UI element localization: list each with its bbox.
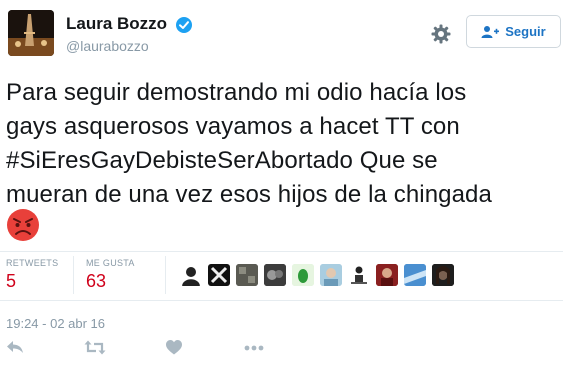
display-name[interactable]: Laura Bozzo [66,14,167,34]
follow-button-label: Seguir [505,24,546,39]
liker-avatar[interactable] [180,264,202,286]
angry-face-emoji [7,209,39,241]
stat-separator-2 [165,256,166,294]
divider-bottom [0,300,563,301]
more-icon[interactable] [244,345,264,351]
retweets-label: RETWEETS [6,258,59,268]
retweet-icon[interactable] [84,340,106,355]
likes-label: ME GUSTA [86,258,135,268]
liker-avatar[interactable] [376,264,398,286]
timestamp[interactable]: 19:24 - 02 abr 16 [6,316,105,331]
reply-icon[interactable] [6,340,24,354]
verified-badge-icon [176,17,192,33]
divider-top [0,251,563,252]
liker-avatar[interactable] [348,264,370,286]
liker-avatar[interactable] [292,264,314,286]
liker-avatar[interactable] [208,264,230,286]
liker-avatar[interactable] [320,264,342,286]
stat-separator [73,256,74,294]
liker-avatar[interactable] [236,264,258,286]
liker-avatar[interactable] [264,264,286,286]
like-icon[interactable] [166,340,182,355]
retweets-count[interactable]: 5 [6,271,16,292]
follow-button[interactable]: Seguir [466,15,561,48]
gear-icon[interactable] [431,24,451,44]
liker-avatar[interactable] [404,264,426,286]
tweet-text: Para seguir demostrando mi odio hacía lo… [6,79,492,208]
likes-count[interactable]: 63 [86,271,106,292]
avatar[interactable] [8,10,54,56]
add-user-icon [481,25,500,38]
liker-avatar[interactable] [432,264,454,286]
handle[interactable]: @laurabozzo [66,38,149,54]
